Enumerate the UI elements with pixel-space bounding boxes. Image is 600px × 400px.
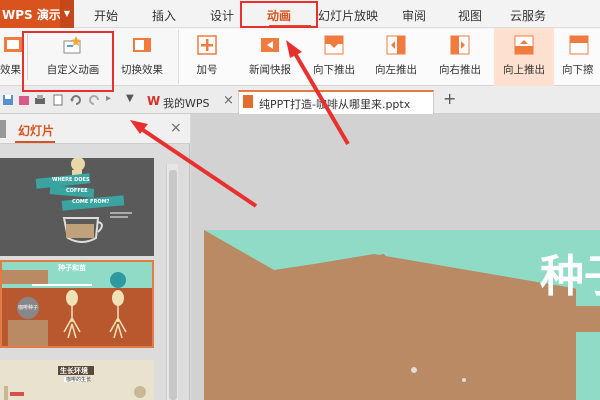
annotation-arrowhead [286,40,302,58]
annotation-arrow-to-ribbon [138,126,258,208]
annotation-arrow-to-menu [291,48,350,146]
annotation-arrows [130,40,350,208]
